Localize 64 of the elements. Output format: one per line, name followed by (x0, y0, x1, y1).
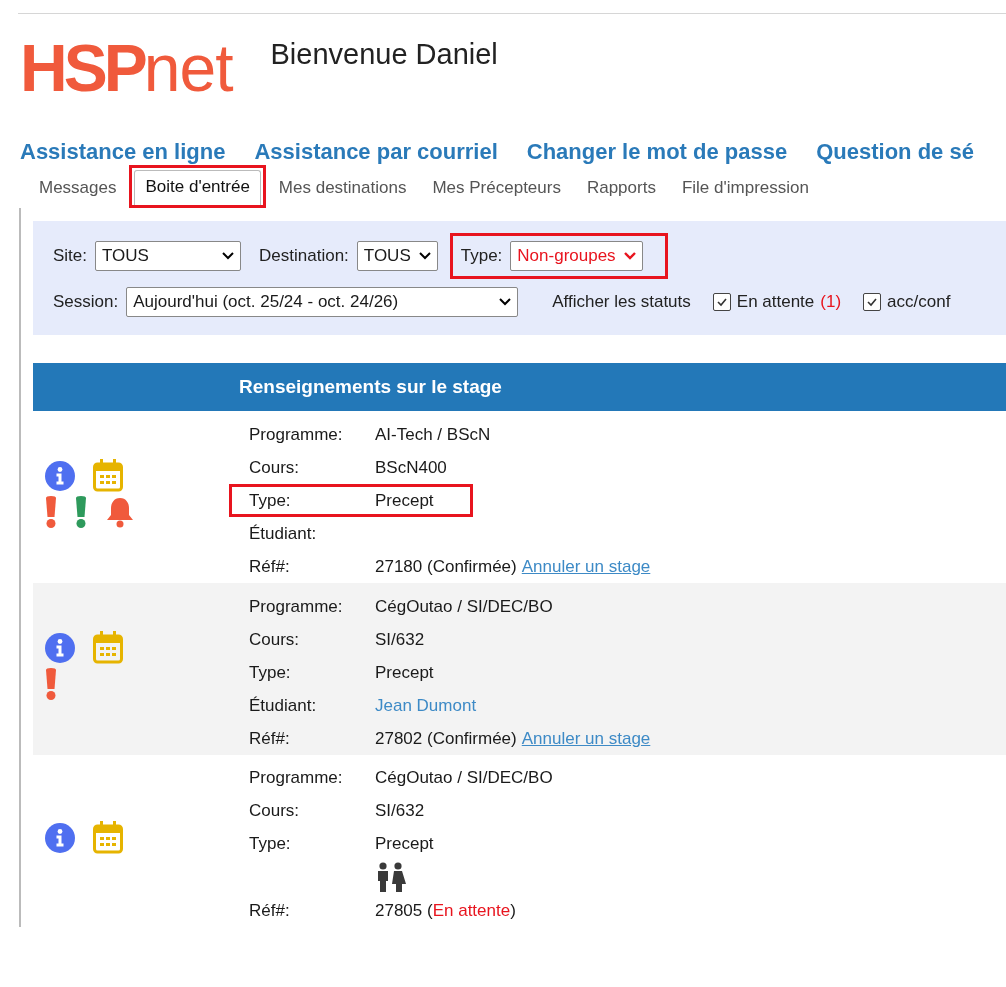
welcome-text: Bienvenue Daniel (270, 37, 498, 71)
tab[interactable]: Mes Précepteurs (422, 172, 571, 206)
nav-link[interactable]: Question de sé (816, 139, 974, 165)
reference-text: 27802 (Confirmée) (375, 728, 517, 749)
count-text: (1) (820, 292, 842, 312)
field-value: CégOutao / SI/DEC/BO (375, 768, 553, 789)
cancel-link[interactable]: Annuler un stage (521, 556, 651, 577)
checkmark-icon (715, 296, 728, 308)
field-label: Programme: (249, 424, 344, 445)
field-value: AI-Tech / BScN (375, 424, 491, 445)
field-value: Precept (375, 490, 434, 511)
table-header: Renseignements sur le stage (33, 363, 1006, 411)
field-label: Réf#: (249, 556, 291, 577)
field-label: Réf#: (249, 728, 291, 749)
field-label: Type: (249, 662, 292, 683)
chevron-icon (418, 252, 431, 260)
nav-link[interactable]: Changer le mot de passe (526, 139, 788, 165)
field-label: Cours: (249, 629, 301, 650)
field-value: Precept (375, 662, 434, 683)
info-icon[interactable] (45, 460, 75, 491)
field-label: Étudiant: (249, 523, 318, 544)
field-value: CégOutao / SI/DEC/BO (375, 596, 553, 617)
bell-icon[interactable] (105, 496, 135, 528)
field-value: SI/632 (375, 629, 425, 650)
nav-link[interactable]: Assistance par courriel (254, 139, 498, 165)
field-label: Cours: (249, 801, 301, 822)
chevron-icon (222, 252, 235, 260)
field-label: Cours: (249, 457, 301, 478)
field-value: SI/632 (375, 801, 425, 822)
filter-label: Session: (53, 292, 119, 312)
tab[interactable]: Mes destinations (268, 172, 417, 206)
field-label: Type: (249, 490, 292, 511)
destination-select[interactable]: TOUS (356, 241, 438, 271)
nav-link[interactable]: Assistance en ligne (20, 139, 226, 165)
tab[interactable]: File d'impression (671, 172, 819, 206)
info-icon[interactable] (45, 822, 75, 853)
type-select[interactable]: Non-groupes (510, 241, 643, 271)
field-label: Étudiant: (249, 695, 318, 716)
filter-label: Afficher les statuts (552, 292, 691, 312)
chevron-icon (623, 252, 636, 260)
filter-label: Site: (53, 246, 88, 266)
session-select[interactable]: Aujourd'hui (oct. 25/24 - oct. 24/26) (126, 287, 519, 317)
checkbox[interactable] (712, 293, 731, 311)
checkbox-label: En attente (736, 292, 815, 312)
field-label: Programme: (249, 768, 344, 789)
tab[interactable]: Messages (29, 172, 127, 206)
chevron-icon (499, 298, 512, 306)
field-label: Programme: (249, 596, 344, 617)
filter-label: Destination: (259, 246, 349, 266)
field-label: Type: (249, 833, 292, 854)
reference-text: 27805 (En attente) (375, 900, 516, 921)
tab[interactable]: Rapports (576, 172, 666, 206)
field-value: BScN400 (375, 457, 447, 478)
checkmark-icon (866, 296, 879, 308)
logo: HSPnet (20, 35, 233, 101)
filter-label: Type: (460, 246, 503, 266)
info-icon[interactable] (45, 632, 75, 663)
checkbox[interactable] (863, 293, 882, 311)
reference-text: 27180 (Confirmée) (375, 556, 517, 577)
site-select[interactable]: TOUS (95, 241, 242, 271)
tab[interactable]: Boite d'entrée (134, 170, 261, 205)
field-label: Réf#: (249, 900, 291, 921)
field-value: Precept (375, 833, 434, 854)
checkbox-label: acc/conf (887, 292, 951, 312)
